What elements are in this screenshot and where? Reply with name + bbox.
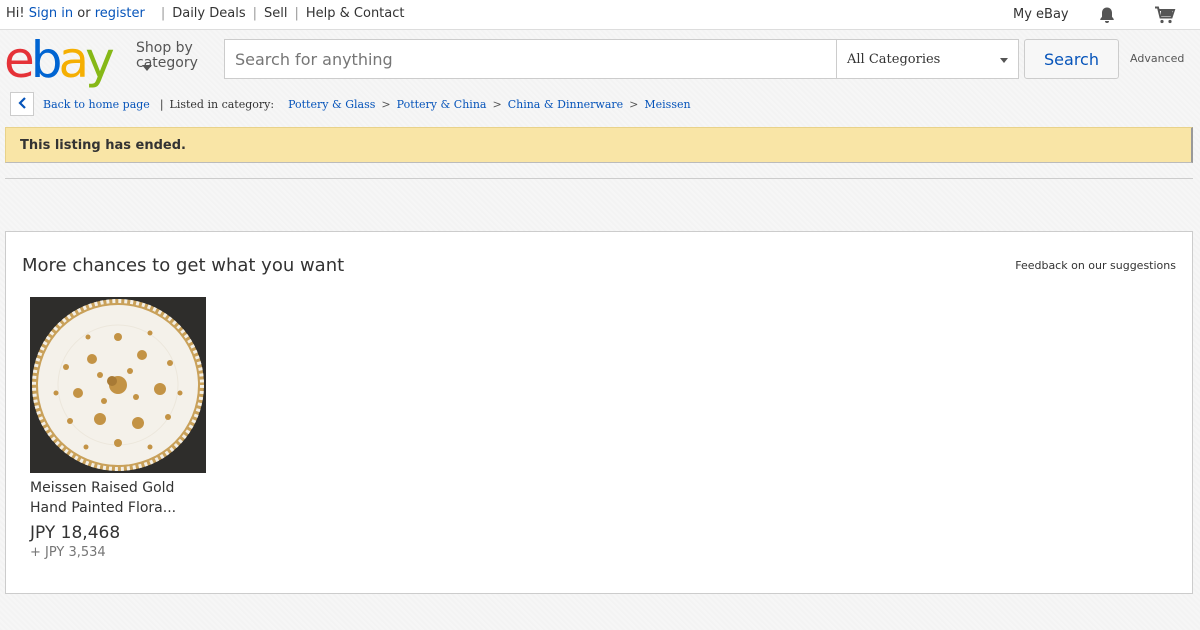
product-price: JPY 18,468 <box>30 523 121 543</box>
breadcrumb-item-pottery-china[interactable]: Pottery & China <box>397 98 487 111</box>
register-link[interactable]: register <box>95 6 145 21</box>
divider: | <box>160 6 166 21</box>
listing-ended-banner: This listing has ended. <box>5 127 1193 163</box>
help-contact-link[interactable]: Help & Contact <box>306 6 405 21</box>
divider: | <box>294 6 299 21</box>
user-links: Hi! Sign in or register | Daily Deals | … <box>6 6 405 21</box>
breadcrumb-item-pottery-glass[interactable]: Pottery & Glass <box>288 98 375 111</box>
daily-deals-link[interactable]: Daily Deals <box>172 6 245 21</box>
product-title-line: Meissen Raised Gold <box>30 480 175 496</box>
breadcrumb: Back to home page | Listed in category: … <box>10 92 691 116</box>
product-card[interactable]: Meissen Raised Gold Hand Painted Flora..… <box>30 297 208 560</box>
search-input[interactable] <box>224 39 837 79</box>
breadcrumb-separator: > <box>629 97 639 111</box>
breadcrumb-item-china-dinnerware[interactable]: China & Dinnerware <box>508 98 623 111</box>
my-ebay-link[interactable]: My eBay <box>1013 7 1069 22</box>
back-to-home-link[interactable]: Back to home page <box>43 98 150 111</box>
sign-in-link[interactable]: Sign in <box>29 6 73 21</box>
ebay-logo[interactable]: ebay <box>4 33 115 87</box>
product-title[interactable]: Meissen Raised Gold Hand Painted Flora..… <box>30 478 206 518</box>
chevron-down-icon <box>142 65 152 71</box>
product-image[interactable] <box>30 297 206 473</box>
greeting-text: Hi! <box>6 6 25 21</box>
product-title-line: Hand Painted Flora... <box>30 500 177 516</box>
feedback-link[interactable]: Feedback on our suggestions <box>1015 259 1176 272</box>
notification-bell-icon[interactable] <box>1098 6 1116 24</box>
cart-icon[interactable] <box>1154 6 1176 24</box>
chevron-left-icon <box>17 96 27 112</box>
sell-link[interactable]: Sell <box>264 6 287 21</box>
suggestions-panel: More chances to get what you want Feedba… <box>5 231 1193 594</box>
divider <box>5 178 1193 179</box>
advanced-search-link[interactable]: Advanced <box>1130 52 1184 65</box>
search-button[interactable]: Search <box>1024 39 1119 79</box>
divider: | <box>159 97 164 111</box>
category-select[interactable]: All Categories <box>836 39 1019 79</box>
header: ebay Shop by category All Categories Sea… <box>0 30 1200 92</box>
chevron-down-icon <box>1000 58 1008 63</box>
back-button[interactable] <box>10 92 34 116</box>
or-text: or <box>77 6 91 21</box>
shop-by-category-button[interactable]: Shop by category <box>136 41 198 71</box>
product-shipping: + JPY 3,534 <box>30 545 106 560</box>
shop-by-label: Shop by <box>136 40 193 56</box>
top-nav-bar: Hi! Sign in or register | Daily Deals | … <box>0 0 1200 30</box>
suggestions-title: More chances to get what you want <box>22 255 345 276</box>
category-select-value: All Categories <box>847 52 941 67</box>
listed-in-label: Listed in category: <box>169 97 275 111</box>
breadcrumb-item-meissen[interactable]: Meissen <box>644 98 690 111</box>
breadcrumb-separator: > <box>381 97 391 111</box>
breadcrumb-separator: > <box>492 97 502 111</box>
divider: | <box>252 6 257 21</box>
